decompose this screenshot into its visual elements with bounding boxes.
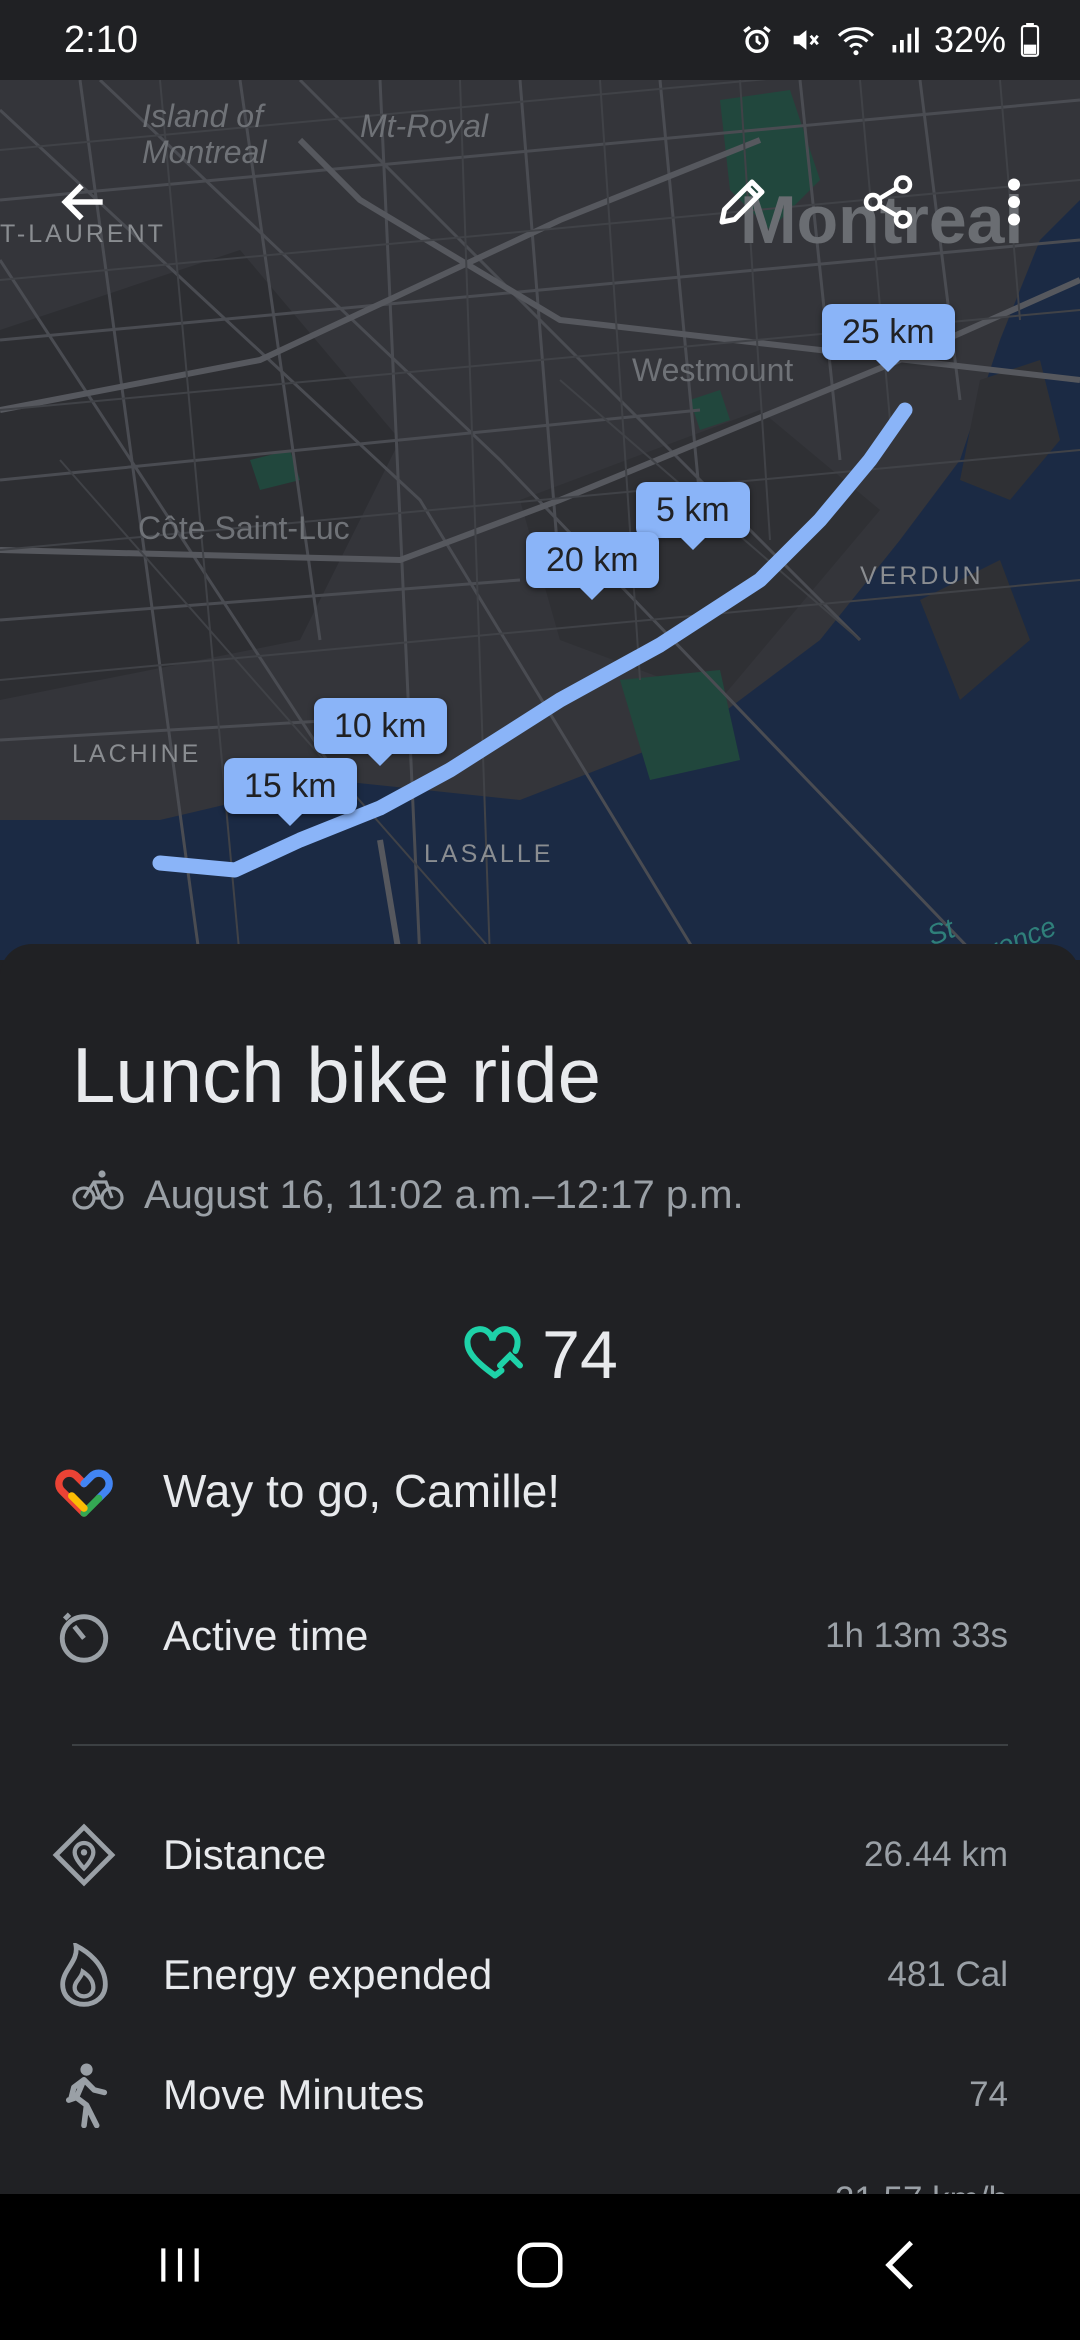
km-marker-5[interactable]: 5 km [636, 482, 750, 550]
stat-row-distance: Distance 26.44 km [0, 1810, 1080, 1900]
more-options-button[interactable] [970, 160, 1058, 248]
map-label-cote-saint-luc: Côte Saint-Luc [138, 510, 350, 546]
battery-icon [1020, 23, 1040, 57]
share-icon [858, 172, 918, 237]
stat-row-energy: Energy expended 481 Cal [0, 1930, 1080, 2020]
google-fit-heart-icon [52, 1459, 116, 1523]
signal-icon [890, 25, 920, 55]
stat-label-energy: Energy expended [163, 1951, 493, 1998]
heart-points: 74 [0, 1316, 1080, 1394]
map-label-verdun: VERDUN [860, 562, 984, 590]
timer-icon [52, 1604, 116, 1668]
home-button[interactable] [480, 2207, 600, 2327]
encouragement-message: Way to go, Camille! [163, 1465, 561, 1517]
map-label-lasalle: LASALLE [424, 840, 554, 868]
system-back-button[interactable] [840, 2207, 960, 2327]
stats-divider [72, 1744, 1008, 1746]
map-label-lachine: LACHINE [72, 740, 202, 768]
mute-icon [788, 23, 822, 57]
heart-points-icon [462, 1323, 528, 1388]
km-marker-15[interactable]: 15 km [224, 758, 357, 826]
stat-value-distance: 26.44 km [864, 1835, 1008, 1874]
status-bar: 2:10 32% [0, 0, 1080, 80]
stat-row-move-minutes: Move Minutes 74 [0, 2050, 1080, 2140]
edit-button[interactable] [698, 160, 786, 248]
distance-icon [52, 1823, 116, 1887]
route-map[interactable]: Island of Montreal Mt-Royal T-LAURENT Mon… [0, 80, 1080, 960]
edit-pencil-icon [712, 172, 772, 237]
km-marker-10[interactable]: 10 km [314, 698, 447, 766]
battery-text: 32% [933, 19, 1006, 60]
stat-row-active-time: Active time 1h 13m 33s [0, 1591, 1080, 1681]
stat-value-active-time: 1h 13m 33s [825, 1616, 1008, 1655]
status-time: 2:10 [64, 18, 138, 61]
km-marker-25[interactable]: 25 km [822, 304, 955, 372]
map-label-westmount: Westmount [632, 352, 794, 388]
chevron-left-icon [877, 2238, 923, 2297]
more-vert-icon [994, 172, 1034, 237]
recent-apps-button[interactable] [120, 2207, 240, 2327]
activity-title: Lunch bike ride [72, 1031, 602, 1119]
heart-points-value: 74 [542, 1317, 618, 1393]
encouragement-row: Way to go, Camille! [0, 1446, 1080, 1536]
stat-value-energy: 481 Cal [887, 1955, 1008, 1994]
walking-icon [52, 2063, 116, 2128]
system-nav-bar [0, 2194, 1080, 2340]
km-marker-20[interactable]: 20 km [526, 532, 659, 600]
recent-apps-icon [155, 2240, 205, 2295]
wifi-icon [836, 23, 876, 57]
stat-label-active-time: Active time [163, 1612, 369, 1659]
activity-date-time: August 16, 11:02 a.m.–12:17 p.m. [144, 1172, 744, 1217]
map-label-mt-royal: Mt-Royal [360, 108, 489, 144]
stat-value-move-minutes: 74 [969, 2075, 1008, 2114]
activity-subtitle: August 16, 11:02 a.m.–12:17 p.m. [72, 1168, 744, 1222]
alarm-icon [740, 23, 774, 57]
back-arrow-icon [56, 174, 112, 235]
bike-icon [72, 1168, 124, 1222]
stat-label-move-minutes: Move Minutes [163, 2071, 425, 2118]
back-button[interactable] [40, 160, 128, 248]
stat-label-distance: Distance [163, 1831, 327, 1878]
flame-icon [52, 1943, 116, 2007]
share-button[interactable] [844, 160, 932, 248]
home-icon [513, 2238, 567, 2297]
map-label-island: Island of Montreal [142, 98, 267, 170]
status-icons: 32% [740, 19, 1040, 61]
